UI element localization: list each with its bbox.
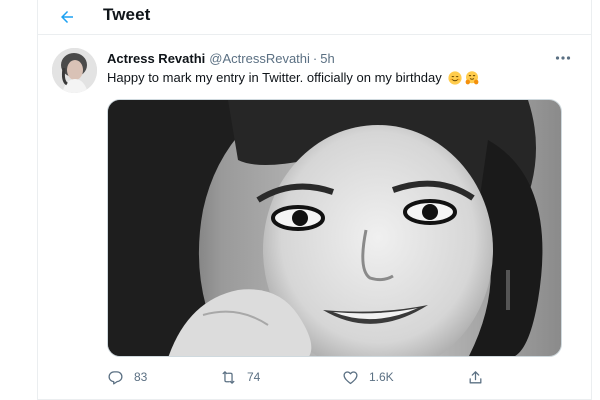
reply-icon [107, 369, 124, 386]
back-button[interactable] [52, 2, 82, 32]
page-header: Tweet [38, 0, 591, 35]
timeline-column: Tweet Actress Revathi @ActressRevathi · … [37, 0, 592, 400]
display-name[interactable]: Actress Revathi [107, 51, 205, 66]
tweet-actions: 83 74 1.6K [107, 366, 507, 388]
page-title: Tweet [103, 5, 151, 24]
like-button[interactable]: 1.6K [342, 366, 394, 388]
retweet-icon [220, 369, 237, 386]
user-handle[interactable]: @ActressRevathi [209, 51, 310, 66]
tweet-text-content: Happy to mark my entry in Twitter. offic… [107, 70, 442, 85]
tweet-text: Happy to mark my entry in Twitter. offic… [107, 70, 479, 85]
reply-button[interactable]: 83 [107, 366, 147, 388]
heart-icon [342, 369, 359, 386]
separator-dot: · [312, 51, 318, 66]
retweet-count: 74 [247, 370, 261, 384]
reply-count: 83 [134, 370, 148, 384]
smiling-face-with-smiling-eyes-emoji [448, 70, 462, 85]
retweet-button[interactable]: 74 [220, 366, 260, 388]
avatar[interactable] [52, 48, 97, 93]
arrow-left-icon [58, 8, 76, 26]
more-options-button[interactable] [551, 48, 575, 68]
share-icon [467, 369, 484, 386]
tweet-header: Actress Revathi @ActressRevathi · 5h [107, 51, 335, 69]
tweet-photo[interactable] [107, 99, 562, 357]
more-horizontal-icon [555, 55, 571, 61]
share-button[interactable] [467, 366, 484, 388]
tweet-time[interactable]: 5h [320, 51, 334, 66]
like-count: 1.6K [369, 370, 394, 384]
tweet: Actress Revathi @ActressRevathi · 5h Hap… [38, 36, 591, 400]
hugging-face-emoji [465, 70, 479, 85]
